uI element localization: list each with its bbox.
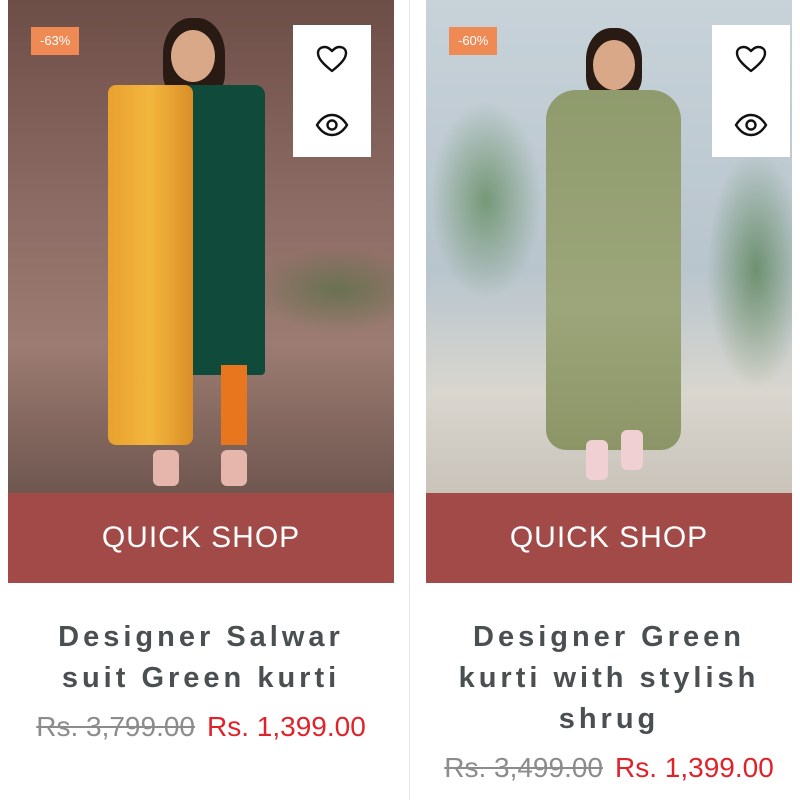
eye-icon[interactable] xyxy=(315,113,349,137)
product-card[interactable]: -63% QUICK SHOP Designer Salwar suit Gre… xyxy=(8,0,394,743)
card-actions xyxy=(293,25,371,157)
quick-shop-button[interactable]: QUICK SHOP xyxy=(8,493,394,583)
discount-badge: -60% xyxy=(449,27,498,55)
product-card[interactable]: -60% QUICK SHOP Designer Green kurti wit… xyxy=(426,0,792,784)
card-actions xyxy=(712,25,790,157)
model-figure xyxy=(526,20,696,493)
quick-shop-button[interactable]: QUICK SHOP xyxy=(426,493,792,583)
price-row: Rs. 3,799.00 Rs. 1,399.00 xyxy=(8,711,394,743)
product-image[interactable]: -63% xyxy=(8,0,394,493)
product-title-line[interactable]: shrug xyxy=(426,699,792,740)
product-title-line[interactable]: Designer Green xyxy=(426,617,792,658)
original-price: Rs. 3,799.00 xyxy=(36,711,195,742)
product-title-line[interactable]: kurti with stylish xyxy=(426,658,792,699)
product-title-line[interactable]: suit Green kurti xyxy=(8,658,394,699)
product-image[interactable]: -60% xyxy=(426,0,792,493)
model-figure xyxy=(103,10,293,493)
product-title-line[interactable]: Designer Salwar xyxy=(8,617,394,658)
price-row: Rs. 3,499.00 Rs. 1,399.00 xyxy=(426,752,792,784)
grid-divider xyxy=(409,0,410,800)
heart-icon[interactable] xyxy=(316,45,348,73)
eye-icon[interactable] xyxy=(734,113,768,137)
original-price: Rs. 3,499.00 xyxy=(444,752,603,783)
sale-price: Rs. 1,399.00 xyxy=(615,752,774,783)
discount-badge: -63% xyxy=(31,27,80,55)
heart-icon[interactable] xyxy=(735,45,767,73)
product-title[interactable]: Designer Green kurti with stylish shrug xyxy=(426,617,792,740)
product-title[interactable]: Designer Salwar suit Green kurti xyxy=(8,617,394,699)
sale-price: Rs. 1,399.00 xyxy=(207,711,366,742)
